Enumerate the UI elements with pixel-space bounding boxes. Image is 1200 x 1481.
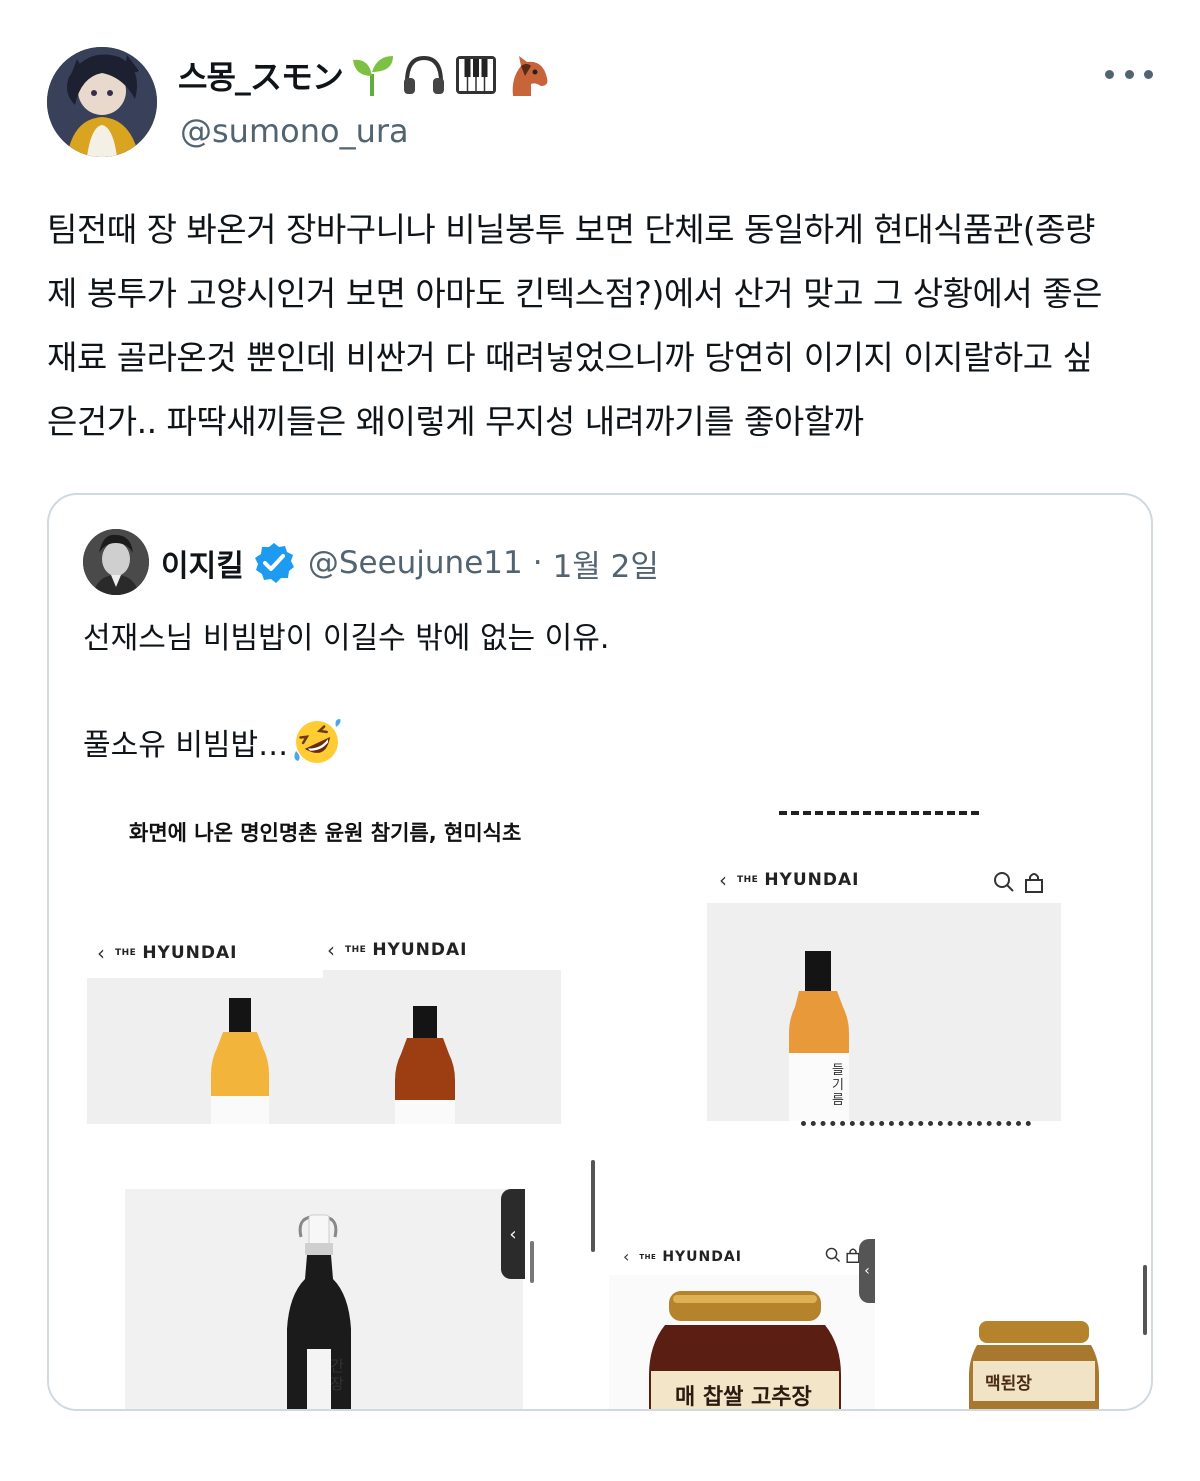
store-header-icons	[825, 1247, 861, 1263]
quoted-tweet-date[interactable]: 1월 2일	[553, 541, 659, 586]
back-chevron-icon: ‹	[719, 868, 727, 892]
author-display-name[interactable]: 스몽_スモン	[178, 52, 344, 98]
tweet-text-line: 은건가.. 파딱새끼들은 왜이렇게 무지성 내려까기를 좋아할까	[47, 402, 864, 441]
quoted-author-handle[interactable]: @Seeujune11	[308, 545, 523, 581]
media-caption: 화면에 나온 명인명촌 윤원 참기름, 현미식초	[129, 821, 522, 845]
quoted-tweet-media[interactable]: 화면에 나온 명인명촌 윤원 참기름, 현미식초 ‹ THE HYUNDAI ‹…	[49, 795, 1151, 1410]
search-icon[interactable]	[825, 1247, 841, 1263]
product-image-gochujang: 매 찹쌀 고추장	[609, 1275, 875, 1410]
product-image-soy-sauce: 간장	[125, 1189, 523, 1409]
soy-sauce-label: 간장	[330, 1357, 344, 1393]
store-the-label: THE	[737, 875, 759, 885]
store-brand-label: HYUNDAI	[142, 943, 238, 963]
piano-icon	[455, 56, 496, 94]
tweet-text-line: 재료 골라온것 뿐인데 비싼거 다 때려넣었으니까 당연히 이기지 이지랄하고 …	[47, 338, 1093, 377]
seedling-icon	[352, 56, 393, 96]
horse-face-icon	[512, 56, 548, 96]
store-app-bar: ‹ THE HYUNDAI	[623, 1247, 742, 1266]
headphones-icon	[403, 55, 444, 94]
more-dot-icon	[1124, 69, 1134, 79]
tweet-text: 팀전때 장 봐온거 장바구니나 비닐봉투 보면 단체로 동일하게 현대식품관(종…	[47, 198, 1157, 454]
cropped-subtitle-bar	[801, 1121, 1041, 1131]
store-the-label: THE	[345, 945, 367, 955]
quoted-tweet-text-line-2: 풀소유 비빔밥…	[83, 717, 342, 767]
verified-badge-icon	[254, 543, 294, 583]
more-dot-icon	[1105, 69, 1114, 79]
store-header-icons	[993, 871, 1045, 893]
more-options-button[interactable]	[1105, 62, 1153, 86]
tweet-text-line: 팀전때 장 봐온거 장바구니나 비닐봉투 보면 단체로 동일하게 현대식품관(종…	[47, 210, 1095, 249]
store-the-label: THE	[115, 948, 137, 958]
store-brand-label: HYUNDAI	[764, 870, 860, 890]
side-tab-handle[interactable]: ‹	[859, 1239, 875, 1303]
product-image-doenjang: 맥된장	[955, 1315, 1105, 1409]
shopping-bag-icon[interactable]	[1023, 871, 1045, 893]
product-image-oil-dark	[323, 970, 561, 1124]
scrollbar[interactable]	[591, 1160, 595, 1252]
search-icon[interactable]	[993, 871, 1015, 893]
cropped-caption-line	[779, 811, 979, 815]
back-chevron-icon: ‹	[327, 938, 335, 962]
more-dot-icon	[1144, 69, 1153, 79]
tweet-text-line: 제 봉투가 고양시인거 보면 아마도 킨텍스점?)에서 산거 맞고 그 상황에서…	[47, 274, 1102, 313]
store-the-label: THE	[639, 1252, 657, 1261]
header-separator: ·	[532, 545, 543, 581]
perilla-oil-label: 들기름	[832, 1063, 844, 1108]
store-app-bar: ‹ THE HYUNDAI	[97, 941, 238, 965]
doenjang-label: 맥된장	[985, 1374, 1032, 1394]
product-image-oil-light	[87, 978, 323, 1124]
quoted-author-avatar[interactable]	[83, 529, 149, 595]
author-display-name-row[interactable]: 스몽_スモン	[178, 50, 551, 100]
author-handle[interactable]: @sumono_ura	[180, 112, 409, 150]
gochujang-label: 매 찹쌀 고추장	[675, 1385, 812, 1410]
back-chevron-icon: ‹	[623, 1247, 630, 1266]
product-image-perilla-oil: 들기름	[707, 903, 1061, 1121]
quoted-author-name[interactable]: 이지킬	[161, 541, 244, 585]
side-tab-handle[interactable]: ‹	[501, 1189, 525, 1279]
quoted-tweet-text: 풀소유 비빔밥…	[83, 728, 289, 763]
scrollbar[interactable]	[1143, 1265, 1147, 1335]
rolling-on-floor-laughing-icon	[294, 719, 341, 763]
scrollbar[interactable]	[530, 1241, 534, 1283]
store-app-bar: ‹ THE HYUNDAI	[327, 938, 468, 962]
store-app-bar: ‹ THE HYUNDAI	[719, 868, 860, 892]
author-avatar[interactable]	[47, 47, 157, 157]
quoted-tweet-card[interactable]: 이지킬 @Seeujune11 · 1월 2일 선재스님 비빔밥이 이길수 밖에…	[47, 493, 1153, 1411]
store-brand-label: HYUNDAI	[662, 1248, 742, 1265]
quoted-tweet-header: 이지킬 @Seeujune11 · 1월 2일	[161, 535, 659, 591]
quoted-tweet-text-line: 선재스님 비빔밥이 이길수 밖에 없는 이유.	[83, 621, 610, 656]
store-brand-label: HYUNDAI	[372, 940, 468, 960]
back-chevron-icon: ‹	[97, 941, 105, 965]
